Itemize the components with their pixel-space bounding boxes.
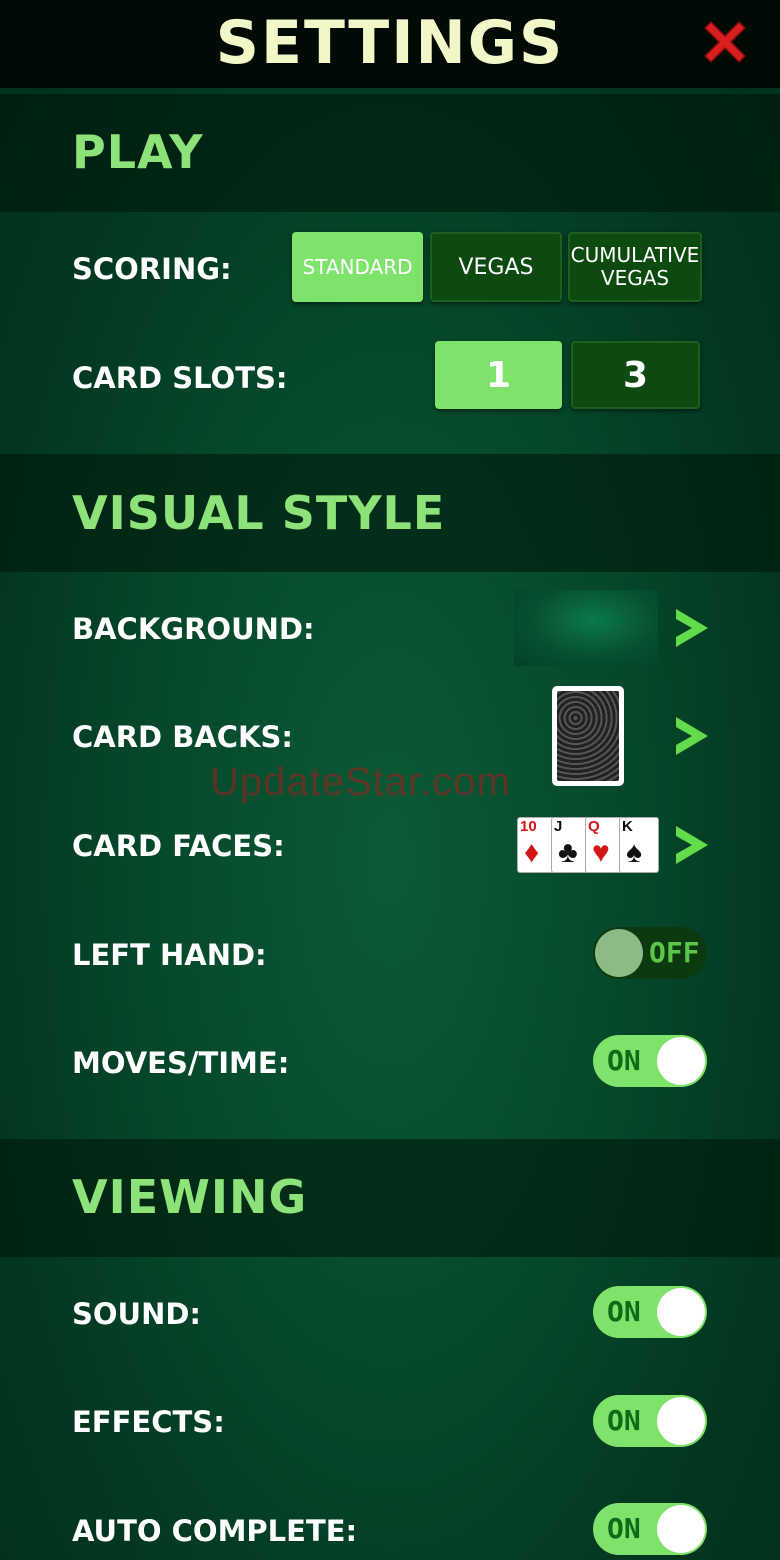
left-hand-toggle-state: OFF — [649, 936, 700, 969]
section-title-visual-style: VISUAL STYLE — [72, 486, 446, 540]
header-bar: SETTINGS — [0, 0, 780, 88]
scoring-cumulative-vegas-button[interactable]: CUMULATIVE VEGAS — [568, 232, 702, 302]
scoring-cumulative-vegas-label: VEGAS — [600, 266, 670, 290]
card-slots-1-label: 1 — [485, 354, 512, 396]
scoring-standard-label: STANDARD — [302, 254, 413, 279]
card-rank-10: 10 — [520, 818, 537, 835]
heart-suit-icon: ♥ — [592, 836, 610, 869]
diamond-suit-icon: ♦ — [524, 836, 540, 869]
moves-time-toggle[interactable]: ON — [593, 1035, 707, 1087]
card-face-k-spades: K ♠ — [619, 817, 659, 873]
scoring-vegas-label: VEGAS — [458, 254, 534, 280]
close-button[interactable] — [697, 14, 753, 70]
card-slots-3-button[interactable]: 3 — [571, 341, 700, 409]
card-back-pattern — [557, 691, 619, 781]
effects-label: EFFECTS: — [72, 1405, 225, 1439]
effects-toggle[interactable]: ON — [593, 1395, 707, 1447]
toggle-knob — [595, 929, 643, 977]
watermark: UpdateStar.com — [210, 760, 511, 804]
scoring-cumulative-label: CUMULATIVE — [570, 243, 700, 267]
card-faces-chevron-right-icon[interactable] — [672, 822, 712, 868]
auto-complete-toggle[interactable]: ON — [593, 1503, 707, 1555]
card-faces-preview[interactable]: 10 ♦ J ♣ Q ♥ K ♠ — [517, 817, 659, 873]
toggle-knob — [657, 1505, 705, 1553]
section-header-viewing: VIEWING — [0, 1139, 780, 1257]
section-header-play: PLAY — [0, 94, 780, 212]
moves-time-toggle-state: ON — [607, 1044, 641, 1077]
background-preview[interactable] — [514, 590, 658, 666]
moves-time-label: MOVES/TIME: — [72, 1046, 290, 1080]
card-backs-chevron-right-icon[interactable] — [672, 713, 712, 759]
effects-toggle-state: ON — [607, 1404, 641, 1437]
auto-complete-label: AUTO COMPLETE: — [72, 1514, 358, 1548]
sound-label: SOUND: — [72, 1297, 202, 1331]
card-slots-3-label: 3 — [622, 354, 649, 396]
background-chevron-right-icon[interactable] — [672, 605, 712, 651]
page-title: SETTINGS — [215, 8, 565, 78]
scoring-label: SCORING: — [72, 252, 232, 286]
card-rank-k: K — [622, 818, 633, 835]
background-label: BACKGROUND: — [72, 612, 315, 646]
scoring-vegas-button[interactable]: VEGAS — [430, 232, 562, 302]
card-rank-q: Q — [588, 818, 600, 835]
sound-toggle-state: ON — [607, 1295, 641, 1328]
sound-toggle[interactable]: ON — [593, 1286, 707, 1338]
scoring-standard-button[interactable]: STANDARD — [292, 232, 423, 302]
card-slots-label: CARD SLOTS: — [72, 361, 288, 395]
section-title-play: PLAY — [72, 125, 204, 179]
card-faces-label: CARD FACES: — [72, 829, 285, 863]
section-header-visual-style: VISUAL STYLE — [0, 454, 780, 572]
spade-suit-icon: ♠ — [626, 836, 642, 869]
left-hand-label: LEFT HAND: — [72, 938, 267, 972]
card-backs-label: CARD BACKS: — [72, 720, 294, 754]
section-title-viewing: VIEWING — [72, 1170, 308, 1224]
left-hand-toggle[interactable]: OFF — [593, 927, 707, 979]
card-rank-j: J — [554, 818, 563, 835]
card-slots-1-button[interactable]: 1 — [435, 341, 562, 409]
close-x-icon — [703, 20, 747, 64]
card-back-preview[interactable] — [552, 686, 624, 786]
toggle-knob — [657, 1288, 705, 1336]
toggle-knob — [657, 1397, 705, 1445]
club-suit-icon: ♣ — [558, 836, 578, 869]
auto-complete-toggle-state: ON — [607, 1512, 641, 1545]
toggle-knob — [657, 1037, 705, 1085]
